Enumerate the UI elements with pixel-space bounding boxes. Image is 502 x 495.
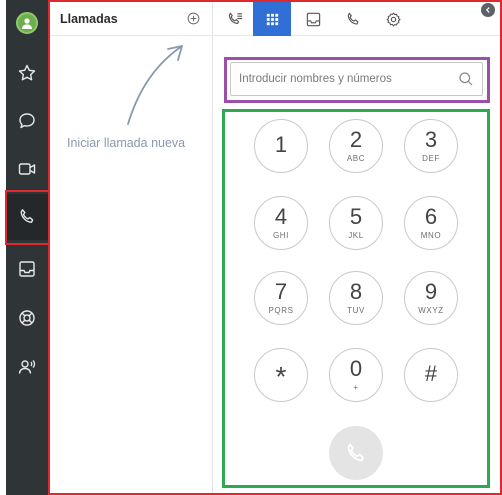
chat-icon <box>19 113 35 129</box>
rail-item-video[interactable] <box>6 146 48 192</box>
dial-key-9[interactable]: 9 WXYZ <box>404 271 458 325</box>
inbox-icon <box>306 12 320 26</box>
gear-icon <box>386 12 401 26</box>
hint-arrow-icon <box>127 45 183 125</box>
search-input[interactable] <box>239 73 458 85</box>
avatar-icon <box>16 12 38 34</box>
plus-circle-icon <box>187 12 199 25</box>
dialpad-icon <box>266 13 278 25</box>
dial-key-7[interactable]: 7 PQRS <box>254 271 308 325</box>
call-button[interactable] <box>329 426 383 480</box>
calls-panel: Llamadas Iniciar llamada nueva <box>50 2 213 493</box>
collapse-panel-button[interactable] <box>481 3 495 17</box>
right-toolbar <box>214 2 500 36</box>
call-log-icon <box>228 11 242 24</box>
inbox-icon <box>19 261 35 277</box>
contacts-voice-icon <box>18 360 36 374</box>
tab-dialpad[interactable] <box>253 2 291 36</box>
dial-key-5[interactable]: 5 JKL <box>329 196 383 250</box>
dial-key-hash[interactable]: # <box>404 348 458 402</box>
phone-icon <box>347 11 359 25</box>
tab-call-log[interactable] <box>216 2 254 36</box>
new-call-button[interactable] <box>186 12 200 26</box>
search-field[interactable] <box>230 62 483 96</box>
search-icon[interactable] <box>458 71 474 87</box>
dial-key-2[interactable]: 2 ABC <box>329 119 383 173</box>
chevron-left-icon <box>485 7 490 13</box>
star-icon <box>18 64 36 81</box>
calls-title: Llamadas <box>60 11 118 26</box>
rail-item-inbox[interactable] <box>6 246 48 292</box>
dial-key-8[interactable]: 8 TUV <box>329 271 383 325</box>
lifebuoy-icon <box>19 310 35 326</box>
rail-avatar[interactable] <box>6 0 48 46</box>
rail-item-favorites[interactable] <box>6 50 48 96</box>
app-rail <box>6 0 48 495</box>
dial-key-0[interactable]: 0 + <box>329 348 383 402</box>
start-call-hint: Iniciar llamada nueva <box>67 136 186 150</box>
tab-phone[interactable] <box>334 2 372 36</box>
calls-header: Llamadas <box>50 2 212 36</box>
rail-item-calls[interactable] <box>6 194 48 240</box>
rail-item-contacts[interactable] <box>6 344 48 390</box>
tab-voicemail[interactable] <box>294 2 332 36</box>
dial-key-3[interactable]: 3 DEF <box>404 119 458 173</box>
phone-icon <box>347 443 364 462</box>
dial-key-4[interactable]: 4 GHI <box>254 196 308 250</box>
dialpad: 1 2 ABC 3 DEF 4 GHI 5 JKL 6 MNO 7 PQRS 8 TUV 9W… <box>224 111 488 487</box>
phone-icon <box>20 209 34 223</box>
rail-item-help[interactable] <box>6 295 48 341</box>
tab-settings[interactable] <box>374 2 412 36</box>
video-icon <box>18 163 36 175</box>
dial-key-1[interactable]: 1 <box>254 119 308 173</box>
rail-item-chat[interactable] <box>6 98 48 144</box>
dial-key-star[interactable]: * <box>254 348 308 402</box>
dial-key-6[interactable]: 6 MNO <box>404 196 458 250</box>
